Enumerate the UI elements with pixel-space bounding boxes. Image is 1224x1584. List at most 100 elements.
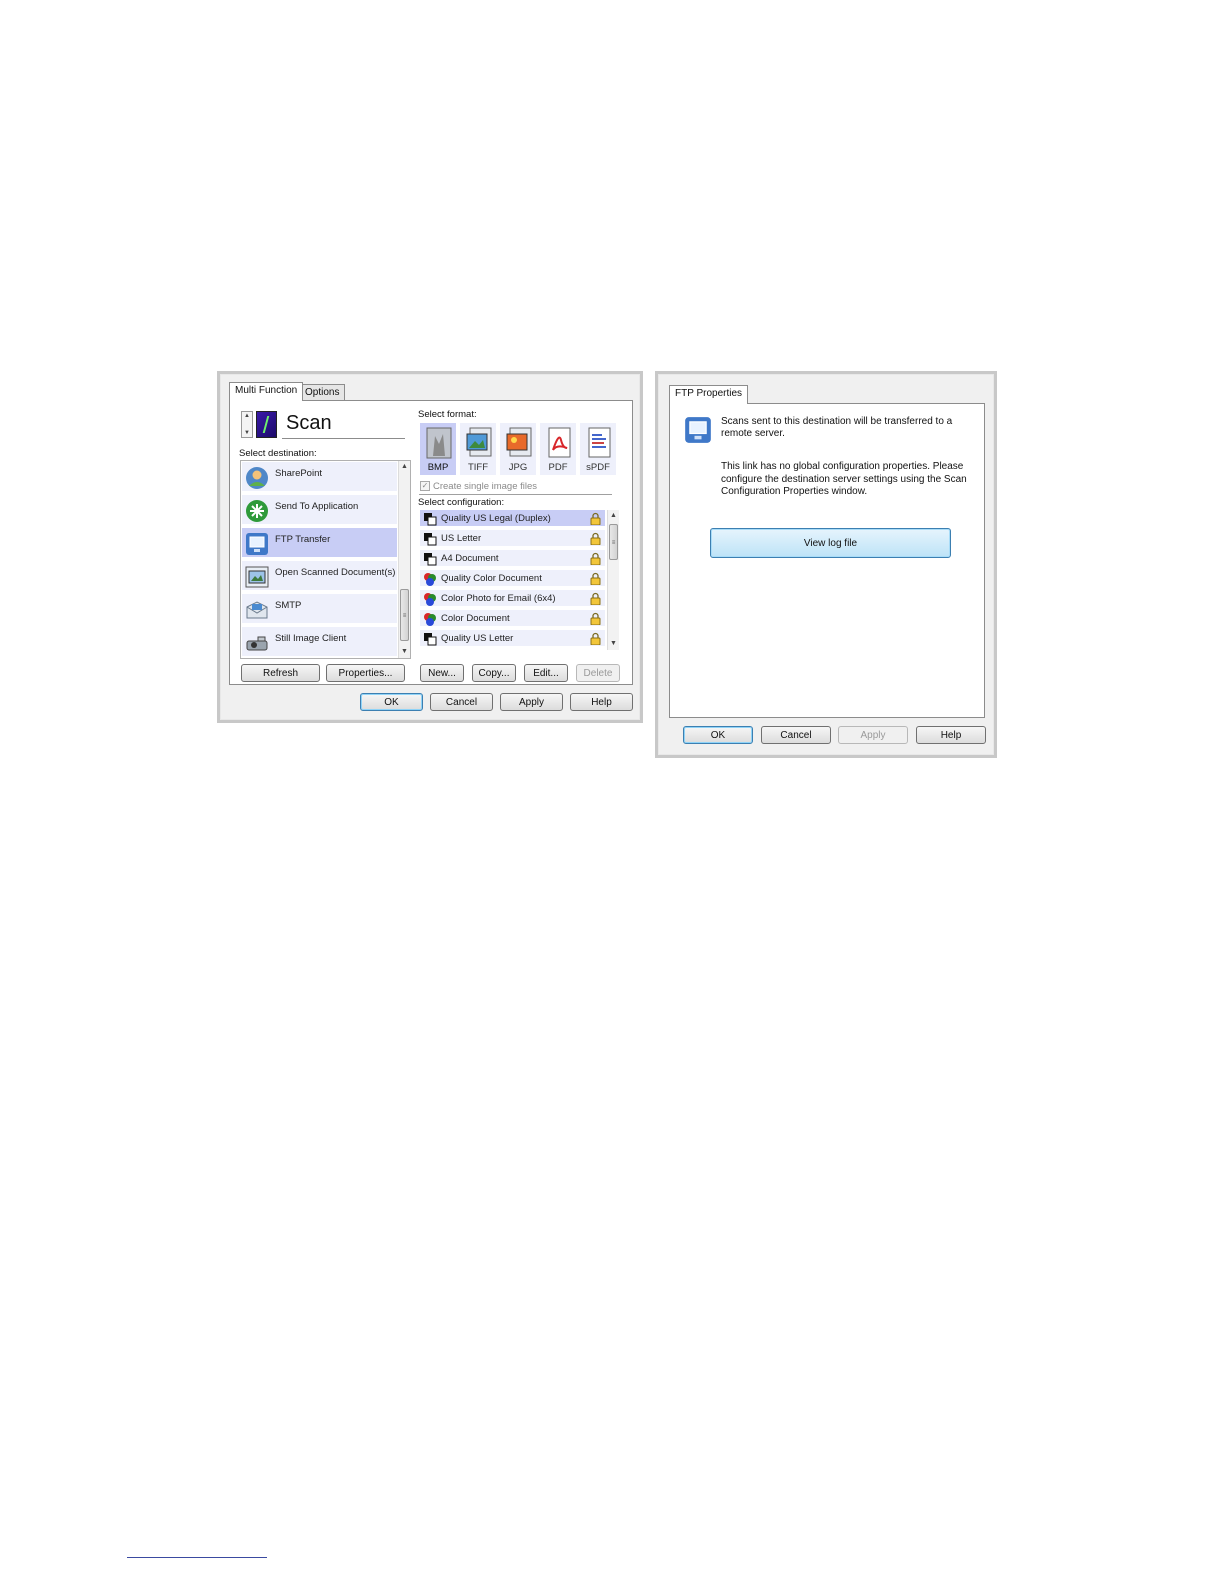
spinner-up-icon[interactable]: ▲ bbox=[242, 413, 252, 419]
tiff-icon bbox=[466, 427, 492, 457]
spdf-icon bbox=[588, 427, 611, 458]
destination-list[interactable]: SharePoint Send To Application FTP Trans… bbox=[240, 460, 411, 659]
tab-multi-function[interactable]: Multi Function bbox=[229, 382, 304, 401]
configuration-item[interactable]: A4 Document bbox=[420, 550, 605, 568]
configuration-item[interactable]: Quality Color Document bbox=[420, 570, 605, 588]
bw-config-icon bbox=[424, 633, 437, 646]
action-title: Scan bbox=[286, 412, 332, 434]
new-button[interactable]: New... bbox=[420, 664, 464, 682]
bw-config-icon bbox=[424, 513, 437, 526]
lock-icon bbox=[590, 612, 601, 625]
lock-icon bbox=[590, 552, 601, 565]
properties-button[interactable]: Properties... bbox=[326, 664, 405, 682]
action-spinner[interactable]: ▲ ▼ bbox=[241, 411, 253, 438]
destination-item-still-image-client[interactable]: Still Image Client bbox=[242, 627, 397, 658]
format-label: BMP bbox=[427, 462, 449, 473]
send-to-application-icon bbox=[246, 500, 268, 522]
jpg-icon bbox=[506, 427, 532, 457]
configuration-label: Color Photo for Email (6x4) bbox=[441, 593, 556, 604]
ok-button[interactable]: OK bbox=[360, 693, 423, 711]
scan-action-icon bbox=[256, 411, 277, 438]
destination-item-smtp[interactable]: SMTP bbox=[242, 594, 397, 625]
configuration-label: Quality US Legal (Duplex) bbox=[441, 513, 551, 524]
format-separator bbox=[419, 494, 612, 495]
lock-icon bbox=[590, 572, 601, 585]
destination-item-send-to-application[interactable]: Send To Application bbox=[242, 495, 397, 526]
ftp-description: Scans sent to this destination will be t… bbox=[721, 416, 953, 439]
configuration-label: US Letter bbox=[441, 533, 482, 544]
color-config-icon bbox=[424, 573, 436, 586]
cancel-button[interactable]: Cancel bbox=[761, 726, 831, 744]
ftp-properties-tab-panel: Scans sent to this destination will be t… bbox=[669, 403, 985, 718]
color-config-icon bbox=[424, 593, 436, 606]
delete-button[interactable]: Delete bbox=[576, 664, 620, 682]
lock-icon bbox=[590, 512, 601, 525]
still-image-client-icon bbox=[246, 636, 268, 651]
scroll-up-icon[interactable]: ▲ bbox=[399, 461, 410, 473]
select-destination-label: Select destination: bbox=[239, 448, 317, 459]
footnote-separator bbox=[127, 1557, 267, 1558]
view-log-file-button[interactable]: View log file bbox=[710, 528, 951, 558]
copy-button[interactable]: Copy... bbox=[472, 664, 516, 682]
configuration-item[interactable]: Color Photo for Email (6x4) bbox=[420, 590, 605, 608]
bw-config-icon bbox=[424, 553, 437, 566]
configuration-item[interactable]: US Letter bbox=[420, 530, 605, 548]
create-single-image-files-checkbox[interactable]: ✓ bbox=[420, 481, 430, 491]
configuration-label: A4 Document bbox=[441, 553, 499, 564]
configuration-item[interactable]: Quality US Letter bbox=[420, 630, 605, 648]
configuration-label: Quality US Letter bbox=[441, 633, 514, 644]
cancel-button[interactable]: Cancel bbox=[430, 693, 493, 711]
scroll-down-icon[interactable]: ▼ bbox=[399, 646, 410, 658]
format-list[interactable]: BMP TIFF JPG PDF sPDF bbox=[420, 423, 620, 475]
refresh-button[interactable]: Refresh bbox=[241, 664, 320, 682]
ok-button[interactable]: OK bbox=[683, 726, 753, 744]
help-button[interactable]: Help bbox=[570, 693, 633, 711]
configuration-label: Color Document bbox=[441, 613, 510, 624]
bw-config-icon bbox=[424, 533, 437, 546]
scroll-thumb[interactable]: ≡ bbox=[400, 589, 409, 641]
configuration-item[interactable]: Quality US Legal (Duplex) bbox=[420, 510, 605, 528]
configuration-list[interactable]: Quality US Legal (Duplex) US Letter A4 D… bbox=[420, 510, 620, 650]
ftp-transfer-icon bbox=[246, 533, 268, 555]
lock-icon bbox=[590, 632, 601, 645]
destination-label: Open Scanned Document(s) bbox=[275, 567, 396, 578]
apply-button[interactable]: Apply bbox=[500, 693, 563, 711]
configuration-label: Quality Color Document bbox=[441, 573, 542, 584]
pdf-icon bbox=[548, 427, 571, 458]
tab-options[interactable]: Options bbox=[299, 384, 346, 401]
format-bmp[interactable]: BMP bbox=[420, 423, 458, 475]
destination-label: Still Image Client bbox=[275, 633, 347, 644]
create-single-image-files-label: Create single image files bbox=[433, 481, 538, 492]
help-button[interactable]: Help bbox=[916, 726, 986, 744]
format-spdf[interactable]: sPDF bbox=[580, 423, 618, 475]
format-jpg[interactable]: JPG bbox=[500, 423, 538, 475]
multi-function-dialog: Multi Function Options ▲ ▼ Scan Select d… bbox=[217, 371, 643, 723]
open-document-icon bbox=[245, 566, 269, 588]
bmp-icon bbox=[426, 427, 452, 459]
tab-ftp-properties[interactable]: FTP Properties bbox=[669, 385, 749, 404]
format-label: sPDF bbox=[586, 462, 610, 473]
select-format-label: Select format: bbox=[418, 409, 477, 420]
edit-button[interactable]: Edit... bbox=[524, 664, 568, 682]
destination-label: SharePoint bbox=[275, 468, 323, 479]
destination-item-sharepoint[interactable]: SharePoint bbox=[242, 462, 397, 493]
scroll-thumb[interactable]: ≡ bbox=[609, 524, 618, 560]
format-label: PDF bbox=[548, 462, 568, 473]
format-label: JPG bbox=[508, 462, 528, 473]
scroll-down-icon[interactable]: ▼ bbox=[608, 638, 619, 650]
format-pdf[interactable]: PDF bbox=[540, 423, 578, 475]
multi-function-tab-panel: ▲ ▼ Scan Select destination: SharePoint … bbox=[229, 400, 633, 685]
action-title-underline bbox=[282, 438, 405, 439]
destination-item-ftp-transfer[interactable]: FTP Transfer bbox=[242, 528, 397, 559]
destination-scrollbar[interactable]: ▲ ≡ ▼ bbox=[398, 461, 410, 658]
apply-button[interactable]: Apply bbox=[838, 726, 908, 744]
destination-item-open-scanned-documents[interactable]: Open Scanned Document(s) bbox=[242, 561, 397, 592]
lock-icon bbox=[590, 592, 601, 605]
scroll-up-icon[interactable]: ▲ bbox=[608, 510, 619, 522]
select-configuration-label: Select configuration: bbox=[418, 497, 505, 508]
sharepoint-icon bbox=[246, 467, 268, 489]
spinner-down-icon[interactable]: ▼ bbox=[242, 430, 252, 436]
format-tiff[interactable]: TIFF bbox=[460, 423, 498, 475]
configuration-item[interactable]: Color Document bbox=[420, 610, 605, 628]
configuration-scrollbar[interactable]: ▲ ≡ ▼ bbox=[607, 510, 619, 650]
